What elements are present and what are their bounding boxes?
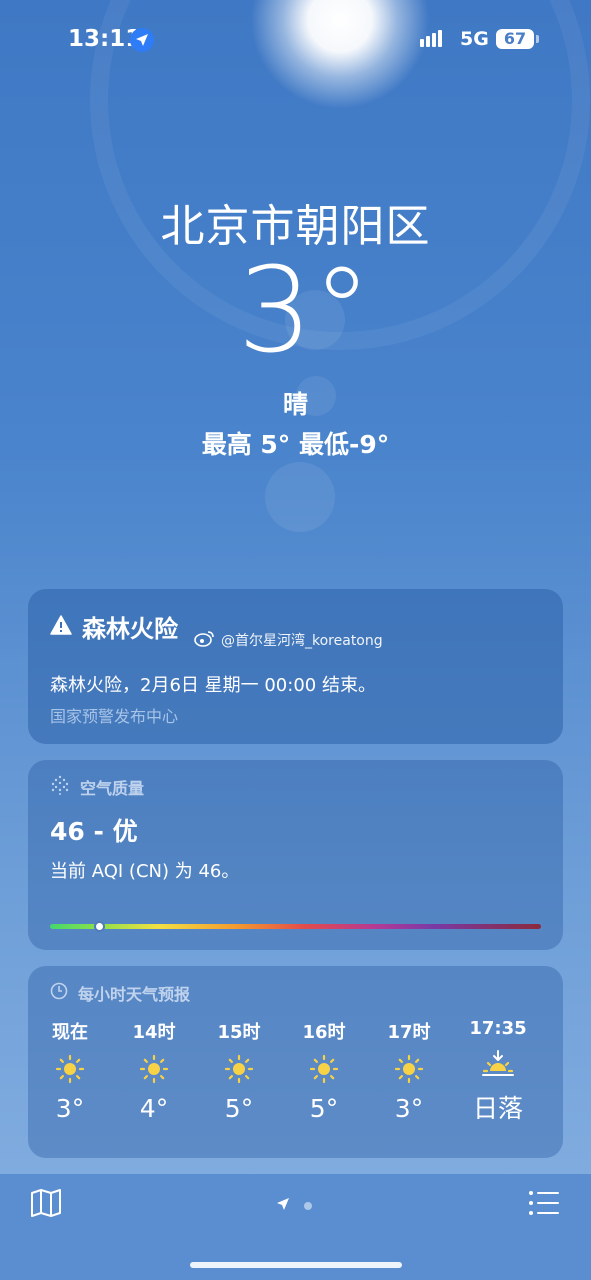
warning-icon (50, 613, 72, 641)
hourly-item: 现在 3° (28, 1018, 112, 1123)
high-low-temperature: 最高 5° 最低-9° (201, 430, 390, 459)
weather-alert-card[interactable]: 森林火险 @首尔星河湾_koreatong 森林火险，2月6日 星期一 00:0… (28, 589, 563, 744)
current-temperature: 3° (237, 241, 372, 379)
hour-temperature: 日落 (472, 1094, 523, 1123)
aqi-scale-bar (50, 924, 541, 929)
sunset-icon (456, 1039, 540, 1085)
hour-temperature: 5° (309, 1094, 339, 1123)
location-arrow-icon (276, 1196, 290, 1215)
alert-source-link[interactable]: 国家预警发布中心 (50, 703, 178, 727)
hourly-item: 14时 4° (112, 1018, 196, 1123)
lens-flare (265, 462, 335, 532)
hourly-item: 15时 5° (197, 1018, 281, 1123)
hourly-forecast-row[interactable]: 现在 3° 14时 4° 15时 5° 16时 5° 17时 3° 17:35 日落 (28, 1018, 563, 1148)
weibo-watermark: @首尔星河湾_koreatong (194, 629, 383, 651)
air-quality-label: 空气质量 (80, 779, 145, 798)
list-icon[interactable] (528, 1190, 560, 1220)
aqi-description: 当前 AQI (CN) 为 46。 (50, 861, 240, 882)
hour-temperature: 3° (394, 1094, 424, 1123)
hourly-forecast-label: 每小时天气预报 (78, 985, 191, 1004)
cellular-signal-icon (420, 30, 442, 47)
alert-title: 森林火险 (82, 615, 178, 643)
air-quality-header: 空气质量 (50, 775, 144, 799)
hour-time: 14时 (132, 1022, 176, 1043)
sun-icon (112, 1044, 196, 1090)
battery-icon: 67 (496, 29, 534, 49)
air-quality-card[interactable]: 空气质量 46 - 优 当前 AQI (CN) 为 46。 (28, 760, 563, 950)
weather-condition: 晴 (282, 390, 308, 419)
hourly-forecast-header: 每小时天气预报 (50, 981, 190, 1005)
alert-header: 森林火险 (50, 609, 178, 644)
hour-time: 17:35 (469, 1018, 527, 1039)
hour-temperature: 4° (139, 1094, 169, 1123)
hourly-item: 17时 3° (367, 1018, 451, 1123)
battery-cap (536, 35, 539, 43)
aqi-value: 46 - 优 (50, 817, 138, 846)
hour-temperature: 3° (55, 1094, 85, 1123)
page-dot (304, 1201, 312, 1210)
clock-icon (50, 982, 68, 1004)
sun-icon (197, 1044, 281, 1090)
hour-time: 15时 (217, 1022, 261, 1043)
hour-temperature: 5° (224, 1094, 254, 1123)
weibo-icon (194, 629, 216, 651)
hourly-item: 16时 5° (282, 1018, 366, 1123)
status-bar: 13:11 5G 67 (0, 0, 591, 80)
air-quality-icon (50, 775, 70, 799)
bottom-toolbar (0, 1174, 591, 1280)
alert-body: 森林火险，2月6日 星期一 00:00 结束。 (50, 675, 376, 696)
hour-time: 17时 (387, 1022, 431, 1043)
location-services-icon (130, 28, 154, 52)
hour-time: 16时 (302, 1022, 346, 1043)
page-indicator[interactable] (276, 1196, 312, 1215)
home-indicator[interactable] (190, 1262, 402, 1268)
map-icon[interactable] (30, 1188, 62, 1222)
sun-icon (28, 1044, 112, 1090)
hourly-item: 17:35 日落 (456, 1018, 540, 1125)
network-type: 5G (460, 28, 489, 50)
hourly-forecast-card[interactable]: 每小时天气预报 现在 3° 14时 4° 15时 5° 16时 5° 17时 3° 17:35 日落 (28, 966, 563, 1158)
aqi-level-marker (94, 921, 106, 932)
sun-icon (282, 1044, 366, 1090)
sun-icon (367, 1044, 451, 1090)
watermark-text: @首尔星河湾_koreatong (221, 633, 383, 649)
hour-time: 现在 (52, 1022, 88, 1043)
